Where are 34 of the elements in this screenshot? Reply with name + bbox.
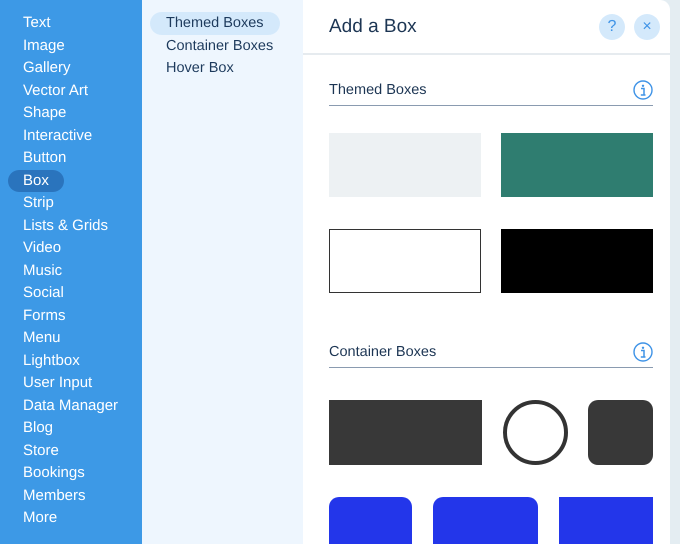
category-item[interactable]: Text	[8, 12, 66, 34]
info-icon[interactable]	[633, 80, 653, 100]
category-item[interactable]: Forms	[8, 304, 80, 327]
category-item[interactable]: Social	[8, 282, 79, 304]
category-item[interactable]: Strip	[8, 192, 69, 214]
help-button[interactable]: ?	[599, 14, 625, 40]
category-item[interactable]: Video	[8, 237, 76, 260]
category-item[interactable]: Blog	[8, 417, 68, 440]
category-item[interactable]: Interactive	[8, 124, 108, 147]
category-item[interactable]: Lists & Grids	[8, 214, 124, 237]
category-item[interactable]: Music	[8, 260, 78, 282]
category-item[interactable]: Lightbox	[8, 350, 95, 372]
category-item[interactable]: Button	[8, 147, 82, 170]
category-item[interactable]: Menu	[8, 327, 76, 350]
info-icon[interactable]	[633, 342, 653, 362]
category-item[interactable]: Shape	[8, 102, 82, 124]
category-item[interactable]: Image	[8, 34, 80, 57]
category-item[interactable]: More	[8, 507, 72, 530]
category-item[interactable]: Box	[8, 170, 64, 192]
subcategory-item[interactable]: Themed Boxes	[150, 12, 280, 34]
subcategory-item[interactable]: Container Boxes	[150, 34, 290, 57]
subcategory-item[interactable]: Hover Box	[150, 57, 250, 80]
category-item[interactable]: Store	[8, 440, 74, 462]
category-item[interactable]: Bookings	[8, 462, 100, 484]
panel-title: Add a Box	[329, 16, 418, 38]
category-item[interactable]: User Input	[8, 372, 108, 394]
section-title: Container Boxes	[329, 344, 438, 360]
box-preset[interactable]	[329, 229, 481, 293]
category-item[interactable]: Vector Art	[8, 80, 104, 102]
category-item[interactable]: Members	[8, 484, 101, 507]
category-item[interactable]: Gallery	[8, 57, 86, 80]
close-button[interactable]: ×	[634, 14, 660, 40]
section-title: Themed Boxes	[329, 82, 428, 98]
category-item[interactable]: Data Manager	[8, 394, 134, 417]
